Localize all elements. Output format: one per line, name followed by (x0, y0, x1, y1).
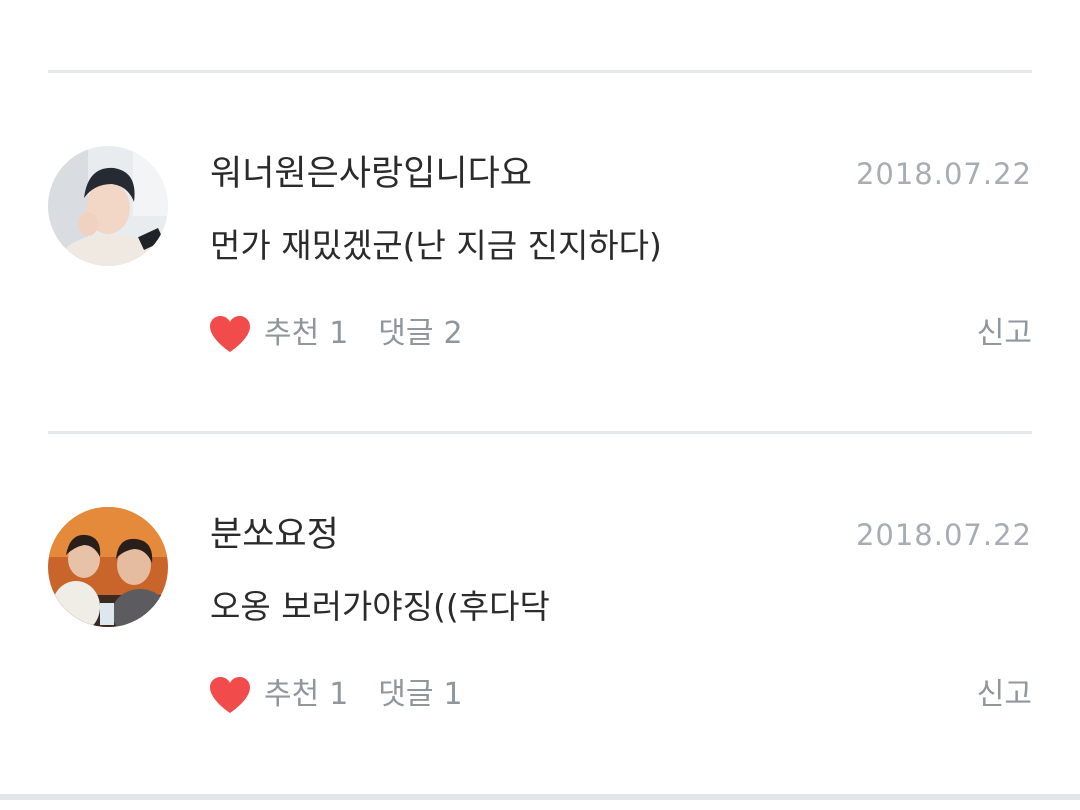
like-label: 추천 (264, 677, 320, 712)
avatar[interactable] (48, 146, 168, 266)
reply-button[interactable]: 댓글 1 (378, 673, 462, 717)
like-count: 1 (329, 677, 349, 712)
comment-item: 워너원은사랑입니다요 2018.07.22 먼가 재밌겠군(난 지금 진지하다)… (0, 146, 1080, 446)
comment-actions: 추천 1 댓글 1 (208, 673, 463, 717)
comment-date: 2018.07.22 (855, 518, 1032, 552)
reply-label: 댓글 (378, 677, 434, 712)
top-divider (48, 70, 1032, 73)
comment-date: 2018.07.22 (855, 157, 1032, 191)
comment-text: 먼가 재밌겠군(난 지금 진지하다) (210, 226, 662, 265)
comment-username[interactable]: 분쏘요정 (210, 513, 339, 557)
reply-count: 2 (443, 316, 463, 351)
comment-text: 오옹 보러가야징((후다닥 (210, 587, 550, 626)
reply-label: 댓글 (378, 316, 434, 351)
comment-actions: 추천 1 댓글 2 (208, 312, 463, 356)
like-button[interactable]: 추천 1 (208, 312, 348, 356)
comment-divider (48, 431, 1032, 434)
bottom-divider (0, 794, 1080, 800)
reply-count: 1 (443, 677, 463, 712)
heart-icon[interactable] (208, 314, 252, 354)
like-button[interactable]: 추천 1 (208, 673, 348, 717)
comment-username[interactable]: 워너원은사랑입니다요 (210, 152, 532, 196)
like-label: 추천 (264, 316, 320, 351)
like-count: 1 (329, 316, 349, 351)
comment-item: 분쏘요정 2018.07.22 오옹 보러가야징((후다닥 추천 1 댓글 1 … (0, 507, 1080, 807)
reply-button[interactable]: 댓글 2 (378, 312, 462, 356)
report-button[interactable]: 신고 (977, 673, 1032, 717)
report-button[interactable]: 신고 (977, 312, 1032, 356)
heart-icon[interactable] (208, 675, 252, 715)
avatar[interactable] (48, 507, 168, 627)
